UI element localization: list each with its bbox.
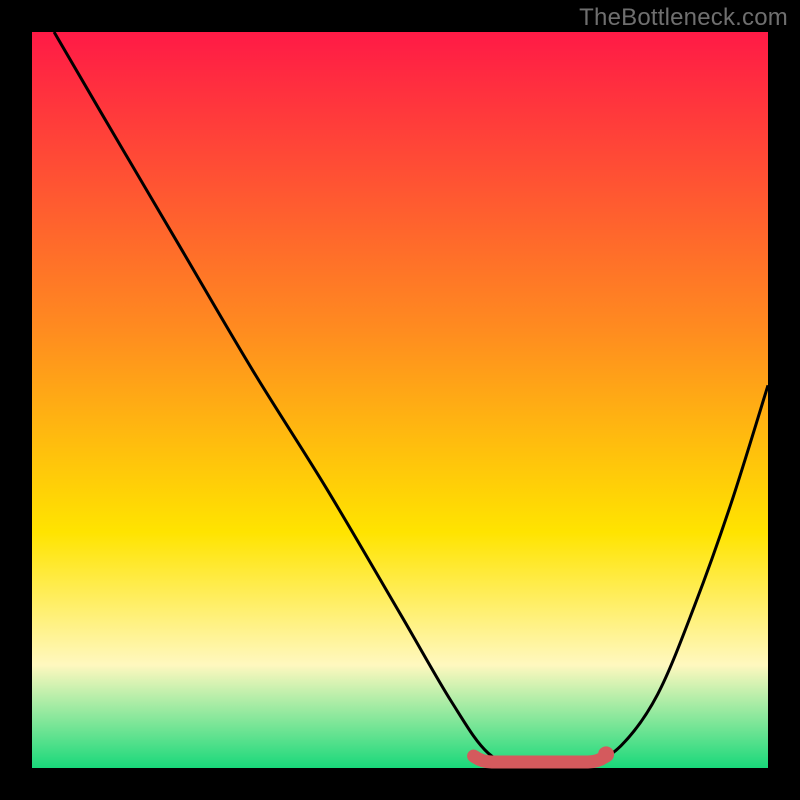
watermark-text: TheBottleneck.com [579, 4, 788, 32]
optimal-range-marker [474, 756, 606, 762]
optimal-point-dot [598, 746, 614, 762]
chart-frame: TheBottleneck.com [0, 0, 800, 800]
bottleneck-chart [0, 0, 800, 800]
plot-background [32, 32, 768, 768]
